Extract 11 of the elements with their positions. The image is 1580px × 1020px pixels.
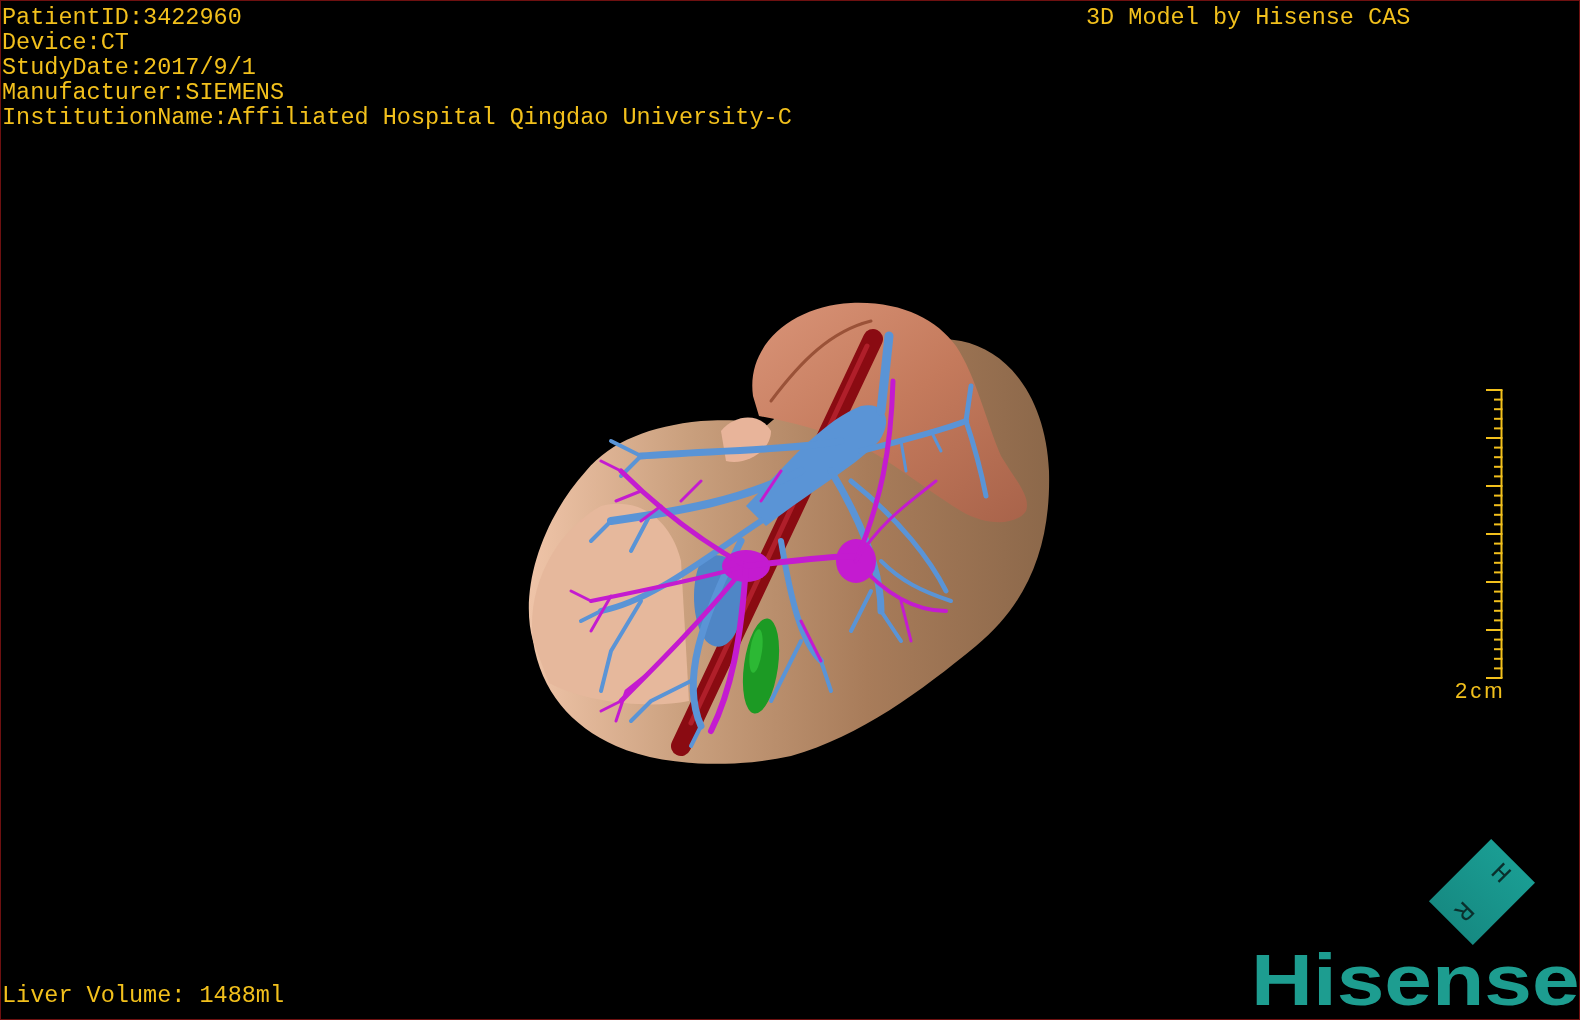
cube-letter: R xyxy=(1448,895,1479,926)
cube-letter: H xyxy=(1485,858,1516,889)
patient-info-text: Device:CT xyxy=(2,30,130,55)
patient-info-text: InstitutionName:Affiliated Hospital Qingdao University-C xyxy=(2,105,792,130)
logo-wordmark: Hisense xyxy=(1251,944,1579,1016)
patient-info-text: Manufacturer:SIEMENS xyxy=(2,80,286,105)
scale-label: 2cm xyxy=(1455,680,1506,702)
patient-info-text: PatientID:3422960 xyxy=(2,5,243,30)
patient-info-text: StudyDate:2017/9/1 xyxy=(2,55,257,80)
liver-volume-text: Liver Volume: 1488ml xyxy=(2,983,285,1008)
model-credit-text: 3D Model by Hisense CAS xyxy=(1086,5,1411,30)
